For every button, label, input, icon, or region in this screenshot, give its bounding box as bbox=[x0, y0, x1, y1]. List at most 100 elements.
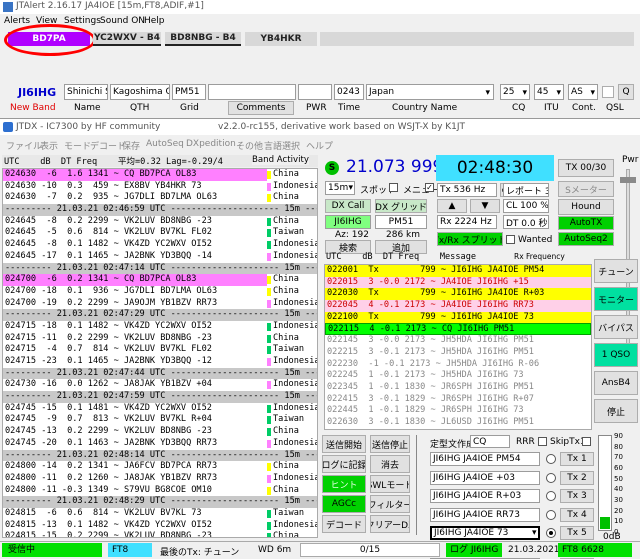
menu-settings[interactable]: Settings bbox=[64, 16, 101, 26]
band-decode-row[interactable]: 024645 -8 0.1 1482 ~ VK4ZD YC2WXV OI52 In… bbox=[3, 239, 317, 251]
rx-decode-row[interactable]: 022230 -1 -0.1 2173 ~ JH5HDA JI6IHG R-06 bbox=[325, 358, 591, 371]
rx-decode-row[interactable]: 022100 Tx 799 ~ JI6IHG JA4IOE 73 bbox=[325, 311, 591, 324]
band-decode-row[interactable]: 024715 -4 0.7 814 ~ VK2LUV BV7KL FL02 Tai… bbox=[3, 344, 317, 356]
qsl-button[interactable]: Q bbox=[618, 84, 634, 100]
tx-period-button[interactable]: TX 00/30 bbox=[558, 159, 614, 177]
swl-mode-button[interactable]: SWLモード bbox=[370, 475, 410, 493]
rx-decode-row[interactable]: 022415 3 -0.1 1829 ~ JR6SPH JI6IHG R+07 bbox=[325, 393, 591, 406]
menu-checkbox[interactable]: ✓ bbox=[425, 183, 434, 192]
menu-view[interactable]: 表示 bbox=[40, 139, 58, 152]
decode-button[interactable]: デコード bbox=[322, 515, 366, 533]
band-decode-row[interactable]: 024645 -17 0.1 1465 ~ JA2BNK YD3BQQ -14 I… bbox=[3, 250, 317, 263]
dt-spin[interactable]: DT 0.0 秒 bbox=[503, 215, 549, 229]
band-decode-row[interactable]: 024715 -23 0.1 1465 ~ JA2BNK YD3BQQ -12 I… bbox=[3, 356, 317, 368]
dx-grid-field[interactable]: PM51 bbox=[375, 215, 427, 229]
arrow-down-button[interactable]: ▼ bbox=[470, 199, 500, 213]
rx-decode-row[interactable]: 022630 3 -0.1 1830 ~ JL6USD JI6IHG PM51 bbox=[325, 416, 591, 429]
chevron-down-icon[interactable]: ▾ bbox=[532, 528, 537, 538]
band-activity-list[interactable]: 024630 -6 1.6 1341 ~ CQ BD7PCA OL83 China… bbox=[2, 168, 318, 538]
menu-help[interactable]: Help bbox=[144, 16, 165, 26]
band-decode-row[interactable]: 024730 -16 0.0 1262 ~ JA8JAK YB1BZV +04 I… bbox=[3, 379, 317, 392]
tx-radio-2[interactable] bbox=[546, 472, 556, 483]
menu-help[interactable]: ヘルプ bbox=[306, 139, 333, 152]
qsl-checkbox[interactable] bbox=[602, 86, 614, 98]
wanted-checkbox[interactable] bbox=[506, 235, 515, 244]
hound-button[interactable]: Hound bbox=[558, 199, 614, 215]
band-decode-row[interactable]: 024715 -18 0.1 1482 ~ VK4ZD YC2WXV OI52 I… bbox=[3, 320, 317, 333]
band-decode-row[interactable]: 024630 -6 1.6 1341 ~ CQ BD7PCA OL83 China bbox=[3, 169, 317, 181]
cont-select[interactable]: AS ▾ bbox=[568, 84, 598, 100]
band-decode-row[interactable]: 024800 -14 0.2 1341 ~ JA6FCV BD7PCA RR73… bbox=[3, 461, 317, 473]
band-decode-row[interactable]: 024815 -13 0.1 1482 ~ VK4ZD YC2WXV OI52 I… bbox=[3, 519, 317, 532]
callsign-cell-3[interactable]: BD8NBG - B4 bbox=[165, 32, 241, 46]
menu-file[interactable]: ファイル bbox=[6, 139, 42, 152]
band-decode-row[interactable]: 024745 -9 0.7 813 ~ VK2LUV BV7KL R+04 Tai… bbox=[3, 414, 317, 427]
custom-template-field[interactable]: CQ bbox=[470, 435, 510, 448]
comments-button[interactable]: Comments bbox=[228, 101, 294, 115]
comments-field[interactable] bbox=[208, 84, 296, 100]
itu-select[interactable]: 45 ▾ bbox=[534, 84, 564, 100]
tune-button[interactable]: チューン bbox=[594, 259, 638, 283]
rx-decode-row[interactable]: 022245 1 -0.1 2173 ~ JH5HDA JI6IHG 73 bbox=[325, 370, 591, 382]
grid-field[interactable]: PM51 bbox=[172, 84, 206, 100]
tx-radio-5[interactable] bbox=[546, 528, 556, 538]
pwr-field[interactable] bbox=[298, 84, 332, 100]
time-field[interactable]: 0243 bbox=[334, 84, 364, 100]
band-decode-row[interactable]: 024745 -15 0.1 1481 ~ VK4ZD YC2WXV OI52 I… bbox=[3, 402, 317, 415]
one-qso-button[interactable]: 1 QSO bbox=[594, 343, 638, 367]
band-decode-row[interactable]: 024630 -10 0.3 459 ~ EX8BV YB4HKR 73 Indo… bbox=[3, 180, 317, 193]
clear-dx-button[interactable]: クリアーDX bbox=[370, 515, 410, 533]
tx-frequency-spin[interactable]: Tx 536 Hz bbox=[437, 183, 497, 197]
power-slider-handle[interactable] bbox=[620, 177, 636, 183]
cl-spin[interactable]: CL 100 % bbox=[503, 199, 549, 213]
band-decode-row[interactable]: 024700 -6 0.2 1341 ~ CQ BD7PCA OL83 China bbox=[3, 274, 317, 286]
band-decode-row[interactable]: 024815 -6 0.6 814 ~ VK2LUV BV7KL 73 Taiwa… bbox=[3, 507, 317, 520]
tx-radio-1[interactable] bbox=[546, 454, 556, 464]
band-decode-row[interactable]: 024745 -13 0.2 2299 ~ VK2LUV BD8NBG -23 C… bbox=[3, 426, 317, 438]
rx-frequency-list[interactable]: 022001 Tx 799 ~ JI6IHG JA4IOE PM54 022015… bbox=[324, 264, 592, 430]
rx-decode-row[interactable]: 022001 Tx 799 ~ JI6IHG JA4IOE PM54 bbox=[325, 265, 591, 277]
band-decode-row[interactable]: 024800 -11 0.2 1260 ~ JA8JAK YB1BZV RR73… bbox=[3, 472, 317, 485]
tx-message-field-5[interactable]: JI6IHG JA4IOE 73 bbox=[430, 526, 540, 540]
ansb4-button[interactable]: AnsB4 bbox=[594, 371, 638, 395]
arrow-up-button[interactable]: ▲ bbox=[437, 199, 467, 213]
rx-frequency-spin[interactable]: Rx 2224 Hz bbox=[437, 215, 497, 229]
rx-decode-row[interactable]: 022115 4 -0.1 2173 ~ CQ JI6IHG PM51 bbox=[325, 323, 591, 336]
tx-radio-3[interactable] bbox=[546, 491, 556, 501]
rx-decode-row[interactable]: 022345 1 -0.1 1830 ~ JR6SPH JI6IHG PM51 bbox=[325, 381, 591, 394]
tx-button-4[interactable]: Tx 4 bbox=[560, 507, 594, 522]
rx-decode-row[interactable]: 022145 3 -0.0 2173 ~ JH5HDA JI6IHG PM51 bbox=[325, 335, 591, 347]
name-field[interactable]: Shinichi S bbox=[64, 84, 108, 100]
stop-button[interactable]: 停止 bbox=[594, 399, 638, 423]
autotx-button[interactable]: AutoTX bbox=[558, 216, 614, 230]
callsign-cell-2[interactable]: YC2WXV - B4 bbox=[93, 32, 161, 46]
filter-button[interactable]: フィルター bbox=[370, 495, 410, 513]
band-decode-row[interactable]: 024630 -7 0.2 935 ~ JG7DLI BD7LMA OL63 Ch… bbox=[3, 192, 317, 205]
erase-button[interactable]: 消去 bbox=[370, 455, 410, 473]
menu-save[interactable]: 保存 bbox=[122, 139, 140, 152]
enable-tx-button[interactable]: 送信開始 bbox=[322, 435, 366, 453]
tx-button-3[interactable]: Tx 3 bbox=[560, 489, 594, 503]
report-spin[interactable]: レポート 3 bbox=[503, 183, 549, 197]
skiptx1-checkbox[interactable] bbox=[582, 437, 591, 446]
tx-radio-4[interactable] bbox=[546, 509, 556, 520]
band-decode-row[interactable]: 024800 -11 -0.3 1349 ~ S79VU BG8COE OM10… bbox=[3, 484, 317, 497]
cq-select[interactable]: 25 ▾ bbox=[500, 84, 530, 100]
hint-button[interactable]: ヒント bbox=[322, 475, 366, 493]
rx-decode-row[interactable]: 022445 1 -0.1 1829 ~ JR6SPH JI6IHG 73 bbox=[325, 405, 591, 417]
rrr-checkbox[interactable] bbox=[538, 437, 547, 446]
band-decode-row[interactable]: 024700 -18 0.1 936 ~ JG7DLI BD7LMA OL63 C… bbox=[3, 285, 317, 298]
halt-tx-button[interactable]: 送信停止 bbox=[370, 435, 410, 453]
tx-button-5[interactable]: Tx 5 bbox=[560, 526, 594, 540]
rx-decode-row[interactable]: 022030 Tx 799 ~ JI6IHG JA4IOE R+03 bbox=[325, 288, 591, 301]
band-decode-row[interactable]: 024715 -11 0.2 2299 ~ VK2LUV BD8NBG -23 C… bbox=[3, 332, 317, 345]
monitor-button[interactable]: モニター bbox=[594, 287, 638, 311]
band-decode-row[interactable]: 024700 -19 0.2 2299 ~ JA9OJM YB1BZV RR73… bbox=[3, 297, 317, 310]
dx-call-field[interactable]: JI6IHG bbox=[325, 215, 371, 229]
menu-mode[interactable]: モード bbox=[64, 139, 91, 152]
smeter-button[interactable]: Sメーター bbox=[558, 181, 614, 197]
agcc-button[interactable]: AGCc bbox=[322, 495, 366, 513]
tx-message-field-1[interactable]: JI6IHG JA4IOE PM54 bbox=[430, 452, 540, 466]
band-decode-row[interactable]: 024815 -15 0.2 2299 ~ VK2LUV BD8NBG -23 C… bbox=[3, 531, 317, 537]
bypass-button[interactable]: バイパス bbox=[594, 315, 638, 339]
